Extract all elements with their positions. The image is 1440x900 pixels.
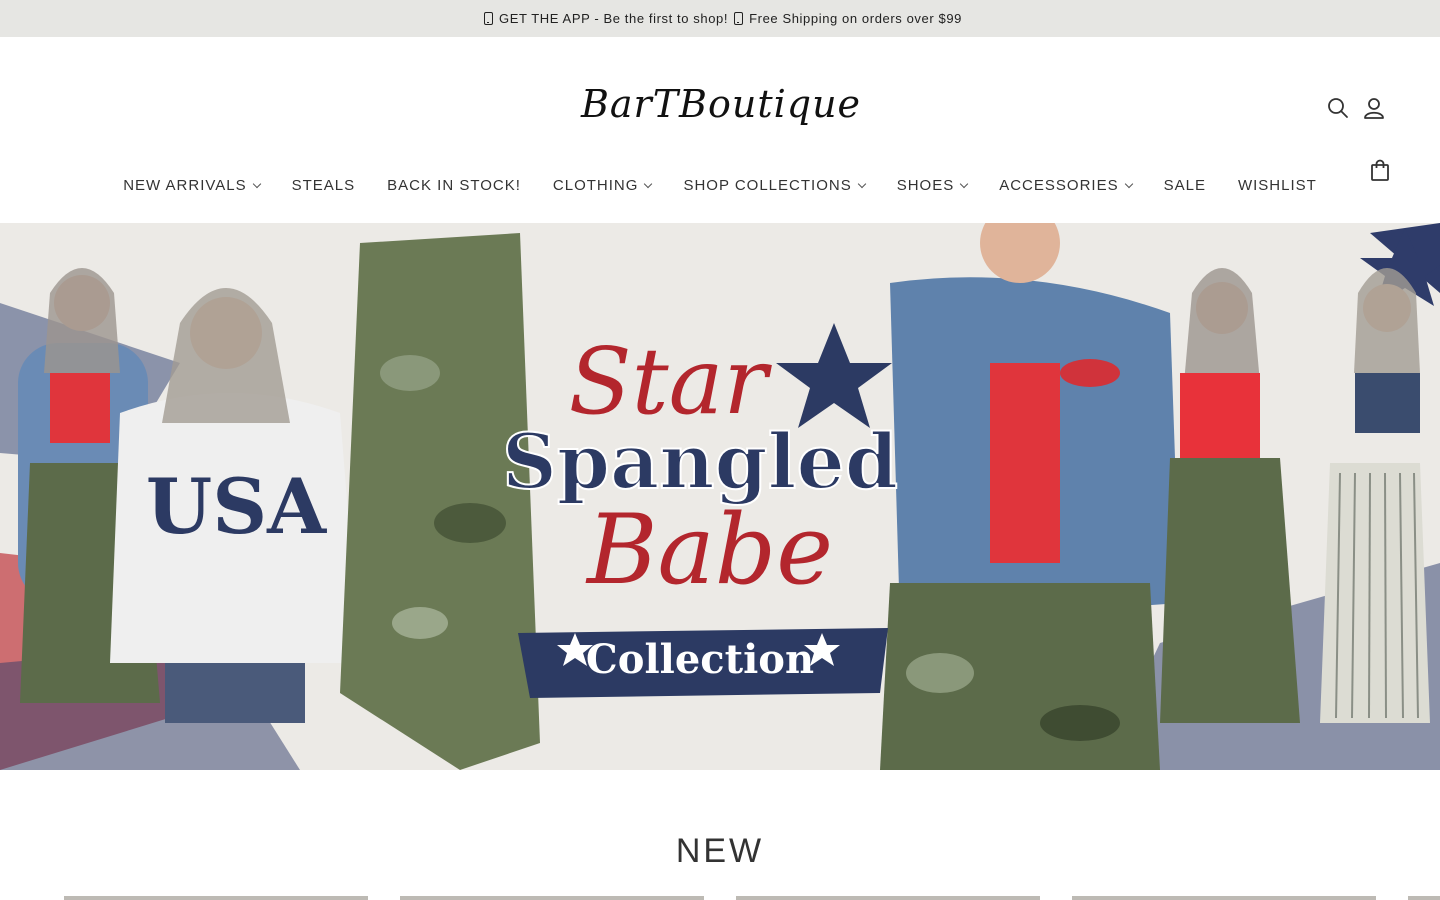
phone-icon	[484, 12, 493, 25]
nav-item-shop-collections[interactable]: SHOP COLLECTIONS	[667, 177, 880, 194]
product-card[interactable]	[736, 896, 1040, 900]
search-icon[interactable]	[1326, 96, 1350, 120]
sweatshirt-text: USA	[146, 462, 327, 551]
logo[interactable]: BarTBoutique	[581, 71, 860, 137]
product-card[interactable]	[1408, 896, 1440, 900]
nav-label: NEW ARRIVALS	[123, 176, 247, 194]
section-title-new: NEW	[675, 832, 765, 870]
announcement-app-text: GET THE APP - Be the first to shop!	[499, 11, 729, 26]
nav-item-back-in-stock[interactable]: BACK IN STOCK!	[371, 177, 537, 194]
chevron-down-icon	[959, 179, 969, 188]
site-header: BarTBoutique NEW ARRIVALS STEALS BACK IN…	[0, 37, 1440, 223]
hero-collection-label: Collection	[586, 636, 814, 683]
chevron-down-icon	[857, 179, 866, 188]
nav-item-wishlist[interactable]: WISHLIST	[1222, 177, 1333, 194]
phone-icon	[734, 12, 744, 25]
nav-label: ACCESSORIES	[999, 176, 1119, 194]
nav-label: SALE	[1163, 176, 1206, 194]
nav-item-sale[interactable]: SALE	[1148, 177, 1222, 194]
hero-banner[interactable]: USA Star Spangled Babe Collection	[0, 223, 1440, 770]
announcement-shipping-text: Free Shipping on orders over $99	[749, 11, 962, 26]
nav-item-shoes[interactable]: SHOES	[881, 177, 984, 194]
nav-label: STEALS	[291, 176, 356, 194]
announcement-bar[interactable]: GET THE APP - Be the first to shop! Free…	[0, 0, 1440, 37]
product-card[interactable]	[400, 896, 704, 900]
nav-item-new-arrivals[interactable]: NEW ARRIVALS	[107, 177, 275, 194]
nav-item-steals[interactable]: STEALS	[276, 177, 372, 194]
hero-artwork: USA Star Spangled Babe Collection	[0, 223, 1440, 770]
chevron-down-icon	[252, 179, 261, 188]
nav-item-accessories[interactable]: ACCESSORIES	[983, 177, 1147, 194]
chevron-down-icon	[1124, 179, 1133, 188]
hero-title-babe: Babe	[585, 494, 833, 606]
product-card[interactable]	[1072, 896, 1376, 900]
nav-label: SHOP COLLECTIONS	[683, 176, 852, 194]
nav-label: WISHLIST	[1237, 176, 1317, 194]
main-nav: NEW ARRIVALS STEALS BACK IN STOCK! CLOTH…	[0, 170, 1440, 200]
nav-label: SHOES	[896, 176, 955, 194]
nav-item-clothing[interactable]: CLOTHING	[537, 177, 668, 194]
account-icon[interactable]	[1362, 96, 1386, 120]
hero-title-spangled: Spangled	[502, 417, 898, 506]
chevron-down-icon	[644, 179, 653, 188]
nav-label: BACK IN STOCK!	[387, 176, 521, 194]
nav-label: CLOTHING	[552, 176, 639, 194]
product-card[interactable]	[64, 896, 368, 900]
